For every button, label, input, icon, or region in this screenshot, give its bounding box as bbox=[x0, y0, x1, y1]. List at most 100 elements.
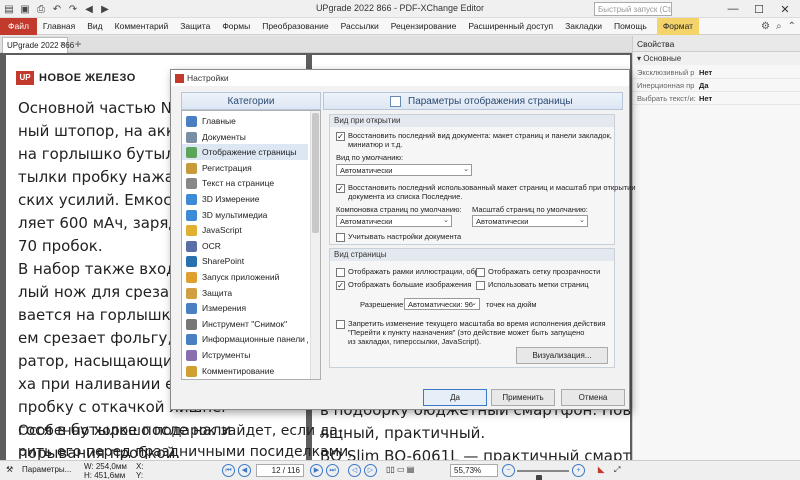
category-item[interactable]: Запуск приложений bbox=[182, 269, 308, 285]
category-icon bbox=[186, 131, 197, 143]
large-images-label: Отображать большие изображения bbox=[348, 280, 472, 289]
zoom-value: Автоматически bbox=[476, 217, 529, 226]
menu-share[interactable]: Расширенный доступ bbox=[462, 18, 559, 35]
document-tab[interactable]: UPgrade 2022 866 × bbox=[2, 37, 74, 53]
restore-view-label: Восстановить последний вид документа: ма… bbox=[348, 131, 612, 140]
layout-select[interactable]: Автоматически ⌄ bbox=[336, 215, 452, 227]
cancel-button[interactable]: Отмена bbox=[561, 389, 625, 406]
category-icon bbox=[186, 334, 197, 346]
zoom-select[interactable]: Автоматически ⌄ bbox=[472, 215, 588, 227]
resolution-select[interactable]: Автоматически: 96 ⌄ bbox=[404, 298, 480, 310]
menu-file[interactable]: Файл bbox=[0, 17, 37, 35]
forbid-zoom-label-2: "Перейти к пункту назначения" (это дейст… bbox=[348, 328, 585, 337]
category-item[interactable]: Отображение страницы bbox=[182, 144, 308, 161]
restore-view-checkbox[interactable]: ✓ bbox=[336, 132, 345, 141]
menu-comment[interactable]: Комментарий bbox=[109, 18, 175, 35]
zoom-slider[interactable] bbox=[517, 470, 569, 480]
zoom-slider-thumb[interactable] bbox=[535, 475, 542, 480]
category-item[interactable]: Измерения bbox=[182, 300, 308, 316]
prev-page-icon[interactable]: ◀ bbox=[238, 464, 251, 477]
menu-mailings[interactable]: Рассылки bbox=[335, 18, 385, 35]
window-controls: — ☐ ✕ bbox=[720, 0, 798, 18]
params-label[interactable]: Параметры... bbox=[22, 465, 71, 474]
property-row[interactable]: Выбрать текст/из... Нет bbox=[633, 92, 800, 105]
ok-button[interactable]: Да bbox=[423, 389, 487, 406]
menu-review[interactable]: Рецензирование bbox=[385, 18, 463, 35]
minimize-button[interactable]: — bbox=[720, 0, 746, 18]
default-view-select[interactable]: Автоматически ⌄ bbox=[336, 164, 472, 176]
transparency-checkbox[interactable] bbox=[476, 268, 485, 277]
history-forward-icon[interactable]: ▷ bbox=[364, 464, 377, 477]
category-item[interactable]: 3D мультимедиа bbox=[182, 207, 308, 223]
menu-help[interactable]: Помощь bbox=[608, 18, 653, 35]
close-tab-icon[interactable]: × bbox=[60, 39, 65, 49]
categories-scrollbar[interactable] bbox=[310, 111, 320, 379]
zoom-in-icon[interactable]: + bbox=[572, 464, 585, 477]
category-item[interactable]: Защита bbox=[182, 285, 308, 301]
quick-launch-search[interactable]: Быстрый запуск (Ctrl... bbox=[594, 2, 672, 16]
menu-protect[interactable]: Защита bbox=[174, 18, 216, 35]
property-value[interactable]: Нет bbox=[695, 66, 800, 78]
category-icon bbox=[186, 116, 197, 127]
category-label: 3D Измерение bbox=[202, 194, 260, 204]
history-back-icon[interactable]: ◁ bbox=[348, 464, 361, 477]
chevron-down-icon: ⌄ bbox=[471, 300, 477, 307]
menu-view[interactable]: Вид bbox=[81, 18, 108, 35]
property-key: Выбрать текст/из... bbox=[637, 94, 695, 103]
category-item[interactable]: Комментирование bbox=[182, 363, 308, 379]
property-value[interactable]: Нет bbox=[695, 92, 800, 104]
scrollbar-thumb[interactable] bbox=[312, 113, 319, 233]
title-bar: ▤ ▣ ⎙ ↶ ↷ ◀ ▶ UPgrade 2022 866 - PDF-XCh… bbox=[0, 0, 800, 18]
category-item[interactable]: OCR bbox=[182, 238, 308, 254]
doc-settings-checkbox[interactable] bbox=[336, 233, 345, 242]
category-item[interactable]: Иструменты bbox=[182, 347, 308, 363]
window-title: UPgrade 2022 866 - PDF-XChange Editor bbox=[315, 3, 485, 13]
collapse-icon[interactable]: ⌃ bbox=[788, 21, 796, 32]
property-value[interactable]: Да bbox=[695, 79, 800, 91]
properties-section-basic[interactable]: ▾ Основные bbox=[633, 52, 800, 65]
first-page-icon[interactable]: ⏮ bbox=[222, 464, 235, 477]
category-item[interactable]: Главные bbox=[182, 113, 308, 129]
category-item[interactable]: JavaScript bbox=[182, 222, 308, 238]
menu-bookmarks[interactable]: Закладки bbox=[559, 18, 608, 35]
menu-format[interactable]: Формат bbox=[656, 17, 700, 35]
property-row[interactable]: Эксклюзивный р... Нет bbox=[633, 66, 800, 79]
height-readout: H: 451,6мм bbox=[84, 471, 126, 480]
large-images-checkbox[interactable]: ✓ bbox=[336, 281, 345, 290]
settings-icon[interactable]: ⚙ bbox=[761, 21, 770, 32]
category-item[interactable]: 3D Измерение bbox=[182, 191, 308, 207]
next-page-icon[interactable]: ▶ bbox=[310, 464, 323, 477]
restore-layout-checkbox[interactable]: ✓ bbox=[336, 184, 345, 193]
last-page-icon[interactable]: ⏭ bbox=[326, 464, 339, 477]
forbid-zoom-checkbox[interactable] bbox=[336, 320, 345, 329]
page-layout-icons[interactable]: ▯▯ ▭ ▤ bbox=[386, 465, 414, 474]
category-item[interactable]: Информационные панели до bbox=[182, 331, 308, 347]
zoom-out-icon[interactable]: − bbox=[502, 464, 515, 477]
page-number-field[interactable]: 12 / 116 bbox=[256, 464, 304, 477]
status-bar: ⚒ Параметры... W: 254,0мм H: 451,6мм X: … bbox=[0, 460, 800, 480]
zoom-field[interactable]: 55,73% bbox=[450, 464, 498, 477]
fullscreen-icon[interactable]: ⤢ bbox=[614, 465, 620, 475]
category-item[interactable]: Инструмент "Снимок" bbox=[182, 316, 308, 332]
new-tab-button[interactable]: + bbox=[70, 37, 86, 52]
restore-layout-label: Восстановить последний использованный ма… bbox=[348, 183, 636, 192]
menu-forms[interactable]: Формы bbox=[216, 18, 256, 35]
wrench-icon[interactable]: ⚒ bbox=[6, 465, 13, 474]
menu-home[interactable]: Главная bbox=[37, 18, 81, 35]
forbid-zoom-label-3: из закладки, гиперссылки, JavaScript). bbox=[348, 337, 482, 346]
frames-checkbox[interactable] bbox=[336, 268, 345, 277]
category-item[interactable]: Регистрация bbox=[182, 160, 308, 176]
visualization-button[interactable]: Визуализация... bbox=[516, 347, 608, 364]
maximize-button[interactable]: ☐ bbox=[746, 0, 772, 18]
property-row[interactable]: Инерционная пр... Да bbox=[633, 79, 800, 92]
page-labels-checkbox[interactable] bbox=[476, 281, 485, 290]
category-item[interactable]: Документы bbox=[182, 129, 308, 145]
apply-button[interactable]: Применить bbox=[491, 389, 555, 406]
category-item[interactable]: SharePoint bbox=[182, 253, 308, 269]
category-item[interactable]: Текст на странице bbox=[182, 175, 308, 191]
close-button[interactable]: ✕ bbox=[772, 0, 798, 18]
menu-convert[interactable]: Преобразование bbox=[256, 18, 334, 35]
categories-list[interactable]: Главные Документы Отображение страницы Реги… bbox=[181, 110, 321, 380]
find-icon[interactable]: ⌕ bbox=[776, 21, 782, 32]
ribbon-right-tools: ⚙ ⌕ ⌃ bbox=[761, 18, 796, 35]
